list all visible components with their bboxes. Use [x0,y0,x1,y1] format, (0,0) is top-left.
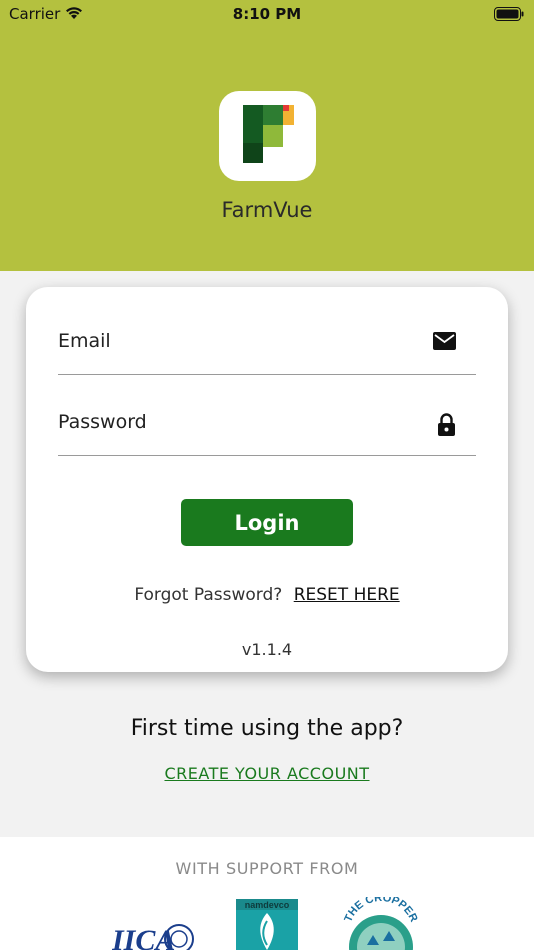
cropper-logo: THE CROPPER [343,897,419,950]
farmvue-logo-icon [243,105,294,163]
create-account-link[interactable]: CREATE YOUR ACCOUNT [0,764,534,783]
reset-password-link[interactable]: RESET HERE [294,585,400,605]
namdevco-logo-text: namdevco [245,900,290,910]
lock-icon [438,413,455,436]
envelope-icon [433,332,456,350]
battery-icon [494,7,524,21]
first-time-prompt: First time using the app? [130,716,404,741]
password-field[interactable] [58,398,476,456]
login-card: Login Forgot Password? RESET HERE v1.1.4 [26,287,508,672]
email-input[interactable] [58,325,418,357]
iica-logo: IICA [112,924,194,950]
app-logo [219,91,316,181]
support-section: WITH SUPPORT FROM IICA namdevco THE CROP… [0,837,534,950]
login-button[interactable]: Login [181,499,353,546]
support-title: WITH SUPPORT FROM [175,859,359,878]
app-header: Carrier 8:10 PM FarmVue [0,0,534,271]
status-time: 8:10 PM [232,5,302,23]
namdevco-logo: namdevco [236,899,298,950]
forgot-password-row: Forgot Password? RESET HERE [26,585,508,605]
forgot-password-text: Forgot Password? [134,585,283,605]
email-field[interactable] [58,317,476,375]
app-version: v1.1.4 [241,640,293,659]
app-name: FarmVue [221,198,313,222]
status-bar: Carrier 8:10 PM [0,0,534,28]
password-input[interactable] [58,406,418,438]
